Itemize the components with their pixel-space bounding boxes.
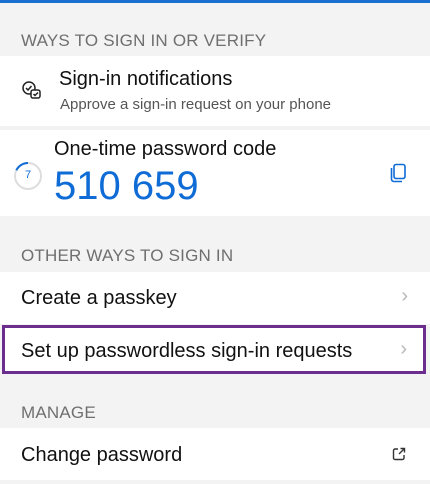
notifications-subtitle: Approve a sign-in request on your phone	[60, 96, 332, 113]
chevron-right-icon: ›	[400, 338, 407, 360]
passwordless-label: Set up passwordless sign-in requests	[21, 340, 353, 362]
otp-code: 510 659	[54, 164, 199, 208]
countdown-timer-icon: 7	[12, 160, 44, 192]
create-passkey-label: Create a passkey	[21, 287, 177, 309]
countdown-seconds: 7	[24, 169, 32, 181]
section-header-manage: MANAGE	[21, 403, 96, 422]
sign-in-notifications-item[interactable]: Sign-in notifications Approve a sign-in …	[0, 56, 430, 126]
passwordless-sign-in-item[interactable]: Set up passwordless sign-in requests ›	[2, 325, 426, 374]
otp-item: 7 One-time password code 510 659	[0, 130, 430, 216]
top-accent-bar	[0, 0, 430, 3]
change-password-item[interactable]: Change password	[0, 428, 430, 480]
notification-check-icon	[21, 80, 43, 107]
notifications-title: Sign-in notifications	[59, 68, 233, 90]
chevron-right-icon: ›	[401, 285, 408, 307]
section-header-verify: WAYS TO SIGN IN OR VERIFY	[21, 31, 267, 50]
copy-icon[interactable]	[389, 163, 407, 188]
otp-title: One-time password code	[54, 138, 277, 160]
external-link-icon	[392, 447, 406, 466]
section-header-other: OTHER WAYS TO SIGN IN	[21, 246, 234, 265]
create-passkey-item[interactable]: Create a passkey ›	[0, 272, 430, 324]
change-password-label: Change password	[21, 444, 183, 466]
